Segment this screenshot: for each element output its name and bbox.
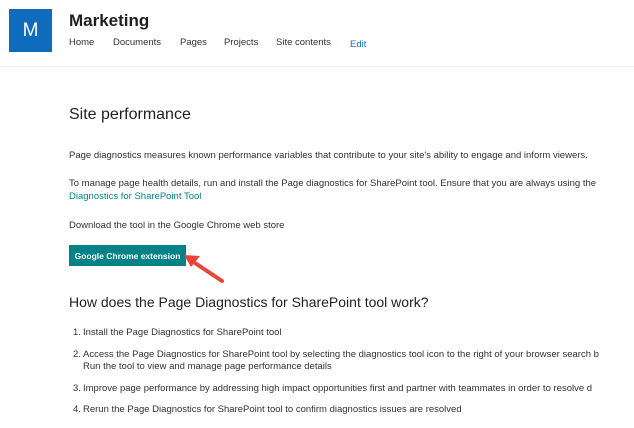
page-content: Site performance Page diagnostics measur… — [69, 0, 634, 428]
how-it-works-heading: How does the Page Diagnostics for ShareP… — [69, 294, 429, 310]
intro-text: Page diagnostics measures known performa… — [69, 150, 588, 161]
list-item-text: Install the Page Diagnostics for SharePo… — [83, 327, 282, 338]
download-text: Download the tool in the Google Chrome w… — [69, 220, 285, 231]
list-item-text: Rerun the Page Diagnostics for SharePoin… — [83, 404, 462, 415]
red-arrow-icon — [184, 255, 224, 283]
site-logo[interactable]: M — [9, 9, 52, 52]
site-logo-letter: M — [22, 19, 39, 41]
page-title: Site performance — [69, 106, 191, 123]
google-chrome-extension-button[interactable]: Google Chrome extension — [69, 245, 186, 266]
list-item-text: Access the Page Diagnostics for SharePoi… — [83, 349, 599, 360]
list-item-number: 2. — [73, 349, 81, 360]
list-item-number: 3. — [73, 383, 81, 394]
manage-text: To manage page health details, run and i… — [69, 178, 597, 189]
list-item-text: Run the tool to view and manage page per… — [83, 361, 332, 372]
list-item-text: Improve page performance by addressing h… — [83, 383, 593, 394]
diagnostics-tool-link[interactable]: Diagnostics for SharePoint Tool — [69, 190, 201, 203]
list-item-number: 4. — [73, 404, 81, 415]
list-item-number: 1. — [73, 327, 81, 338]
